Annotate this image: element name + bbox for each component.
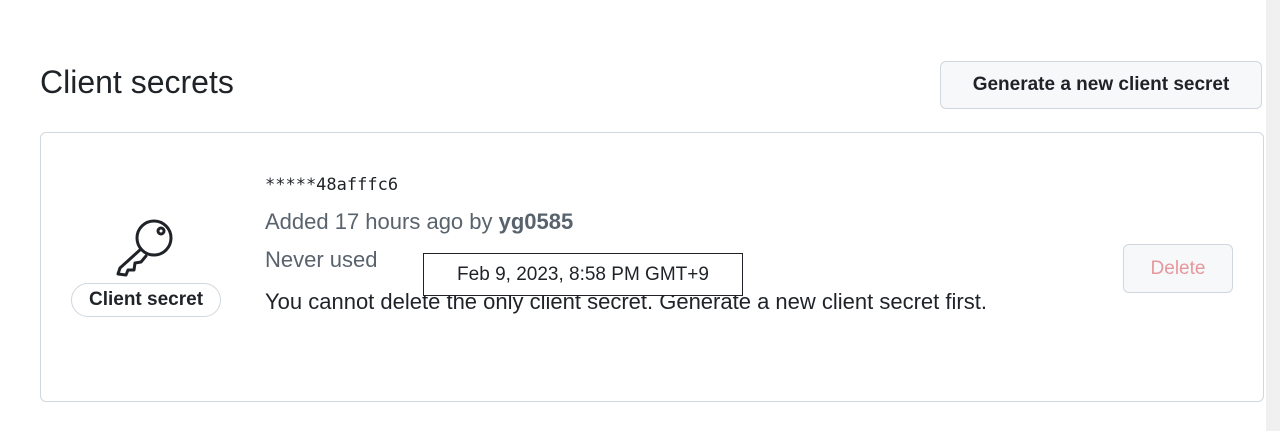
client-secrets-page: Client secrets Generate a new client sec… xyxy=(0,0,1280,431)
window-edge xyxy=(1266,0,1280,431)
secret-masked-value: *****48afffc6 xyxy=(265,175,399,195)
secret-usage: Never used xyxy=(265,247,378,272)
generate-client-secret-button[interactable]: Generate a new client secret xyxy=(940,61,1262,109)
added-by-user[interactable]: yg0585 xyxy=(499,209,574,234)
delete-button[interactable]: Delete xyxy=(1123,244,1233,293)
section-title: Client secrets xyxy=(40,64,234,100)
added-text: Added 17 hours ago by xyxy=(265,209,499,234)
timestamp-tooltip: Feb 9, 2023, 8:58 PM GMT+9 xyxy=(423,253,743,296)
secret-added-info: Added 17 hours ago by yg0585 xyxy=(265,207,573,237)
key-icon xyxy=(116,219,173,277)
client-secret-badge: Client secret xyxy=(71,283,221,317)
